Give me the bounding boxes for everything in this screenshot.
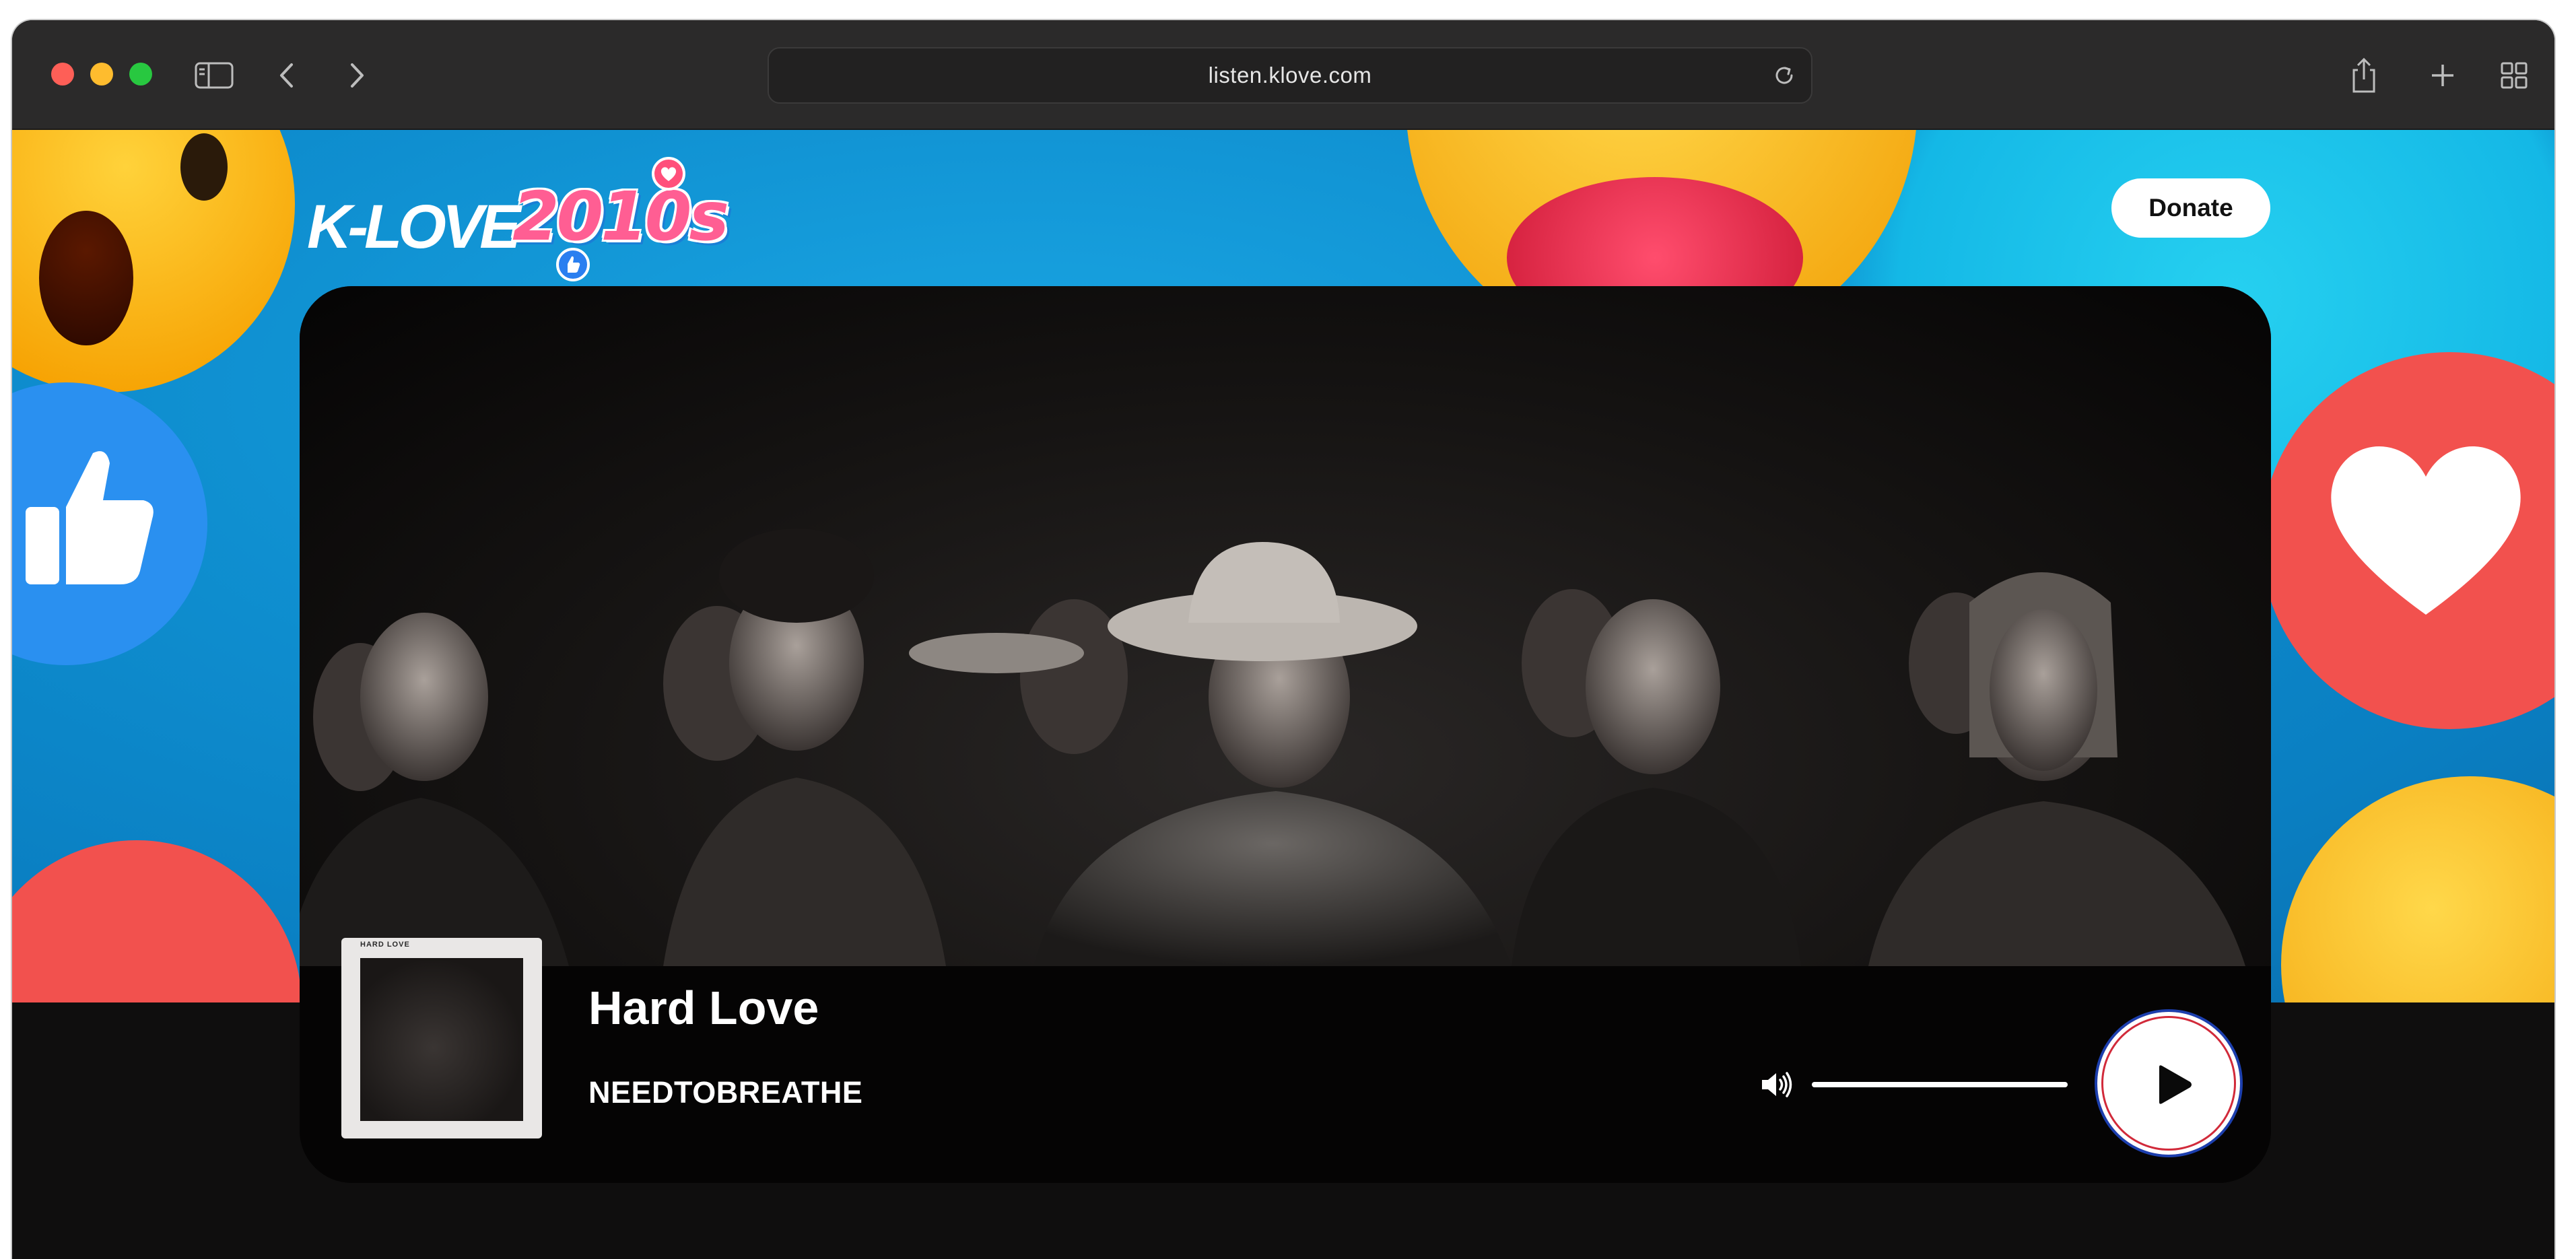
- close-window-button[interactable]: [51, 63, 74, 86]
- play-icon: [2155, 1064, 2193, 1105]
- love-emoji-icon: [12, 840, 302, 1002]
- track-artist: NEEDTOBREATHE: [588, 1075, 863, 1110]
- logo-heart-icon: [652, 157, 685, 191]
- thumbs-up-icon: [26, 433, 160, 594]
- heart-icon: [2315, 413, 2537, 635]
- track-title: Hard Love: [588, 982, 819, 1034]
- logo-klove-text: K-LOVE: [307, 193, 521, 261]
- address-bar[interactable]: listen.klove.com: [768, 47, 1812, 104]
- volume-slider[interactable]: [1812, 1082, 2068, 1087]
- minimize-window-button[interactable]: [90, 63, 113, 86]
- zoom-window-button[interactable]: [129, 63, 152, 86]
- browser-toolbar: listen.klove.com: [12, 20, 2554, 130]
- play-button[interactable]: [2095, 1009, 2243, 1157]
- speaker-icon[interactable]: [1759, 1070, 1794, 1099]
- wow-emoji-eye: [180, 133, 228, 201]
- plus-icon[interactable]: [2428, 61, 2458, 90]
- klove-2010s-logo[interactable]: K-LOVE 2010s: [307, 157, 729, 285]
- player-controls-bar: HARD LOVE Hard Love NEEDTOBREATHE: [300, 938, 2271, 1183]
- volume-slider-fill: [1812, 1082, 2068, 1087]
- chevron-right-icon[interactable]: [343, 61, 370, 90]
- logo-2010s-badge: 2010s: [512, 177, 729, 256]
- album-cover[interactable]: HARD LOVE: [341, 938, 542, 1138]
- wow-emoji-mouth: [39, 211, 133, 345]
- now-playing-card: HARD LOVE Hard Love NEEDTOBREATHE: [300, 286, 2271, 1183]
- album-cover-title: HARD LOVE: [360, 941, 410, 949]
- logo-like-icon: [556, 248, 590, 281]
- browser-window: listen.klove.com K-LOVE 2010s Donate HAR…: [12, 20, 2554, 1259]
- laugh-emoji-icon: [2281, 776, 2554, 1002]
- tab-overview-icon[interactable]: [2499, 61, 2529, 90]
- sidebar-icon[interactable]: [194, 61, 234, 90]
- album-cover-image: HARD LOVE: [360, 941, 523, 1121]
- url-text: listen.klove.com: [1208, 63, 1372, 88]
- band-silhouettes: [300, 529, 2245, 966]
- reload-icon[interactable]: [1772, 63, 1796, 88]
- chevron-left-icon[interactable]: [273, 61, 300, 90]
- artist-photo: [300, 286, 2271, 966]
- share-icon[interactable]: [2348, 57, 2379, 94]
- web-page: K-LOVE 2010s Donate HARD LOVE Hard Love …: [12, 130, 2554, 1259]
- donate-button[interactable]: Donate: [2111, 178, 2270, 238]
